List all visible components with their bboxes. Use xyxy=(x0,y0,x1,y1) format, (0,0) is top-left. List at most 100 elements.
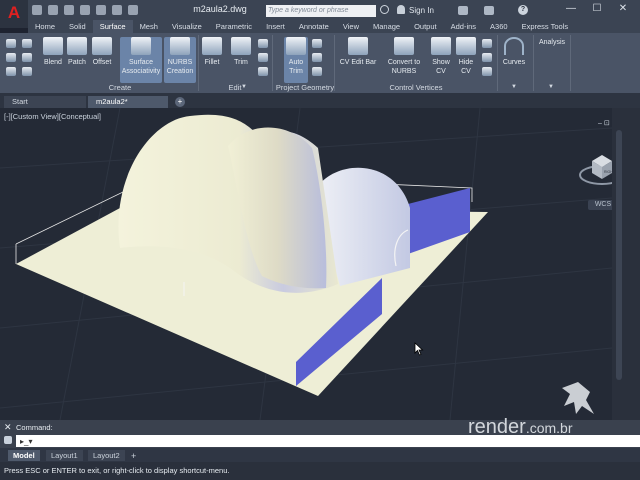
auto-trim-button[interactable]: Auto Trim xyxy=(284,37,308,83)
auto-trim-icon xyxy=(286,37,306,55)
project-geometry-panel-label[interactable]: Project Geometry xyxy=(274,83,336,92)
surface-associativity-icon xyxy=(131,37,151,55)
chevron-down-icon[interactable]: ▼ xyxy=(511,84,517,90)
drawing-viewport[interactable]: [-][Custom View][Conceptual] xyxy=(0,108,612,420)
tab-layout2[interactable]: Layout2 xyxy=(88,450,125,461)
blend-button[interactable]: Blend xyxy=(42,37,64,67)
create-panel-label[interactable]: Create xyxy=(40,83,200,92)
tab-annotate[interactable]: Annotate xyxy=(292,20,336,33)
tab-output[interactable]: Output xyxy=(407,20,444,33)
quick-access-toolbar xyxy=(32,5,138,15)
offset-button[interactable]: Offset xyxy=(90,37,114,67)
open-icon[interactable] xyxy=(48,5,58,15)
title-bar: m2aula2.dwg Type a keyword or phrase Sig… xyxy=(0,0,640,20)
new-icon[interactable] xyxy=(32,5,42,15)
tab-visualize[interactable]: Visualize xyxy=(165,20,209,33)
ribbon-panel: Blend Patch Offset Surface Associativity … xyxy=(0,33,640,93)
edit-panel-label[interactable]: Edit xyxy=(200,83,270,92)
remove-cv-icon[interactable] xyxy=(482,53,492,62)
project-view-icon[interactable] xyxy=(312,53,322,62)
close-icon[interactable]: ✕ xyxy=(4,422,12,433)
sweep-surface-icon[interactable] xyxy=(22,53,32,62)
help-icon[interactable]: ? xyxy=(518,5,528,15)
untrim-icon[interactable] xyxy=(258,39,268,48)
tab-add-ins[interactable]: Add-ins xyxy=(444,20,483,33)
tab-a360[interactable]: A360 xyxy=(483,20,515,33)
ribbon-tab-bar: Home Solid Surface Mesh Visualize Parametric I… xyxy=(28,20,640,33)
customize-icon[interactable] xyxy=(4,436,12,444)
loft-surface-icon[interactable] xyxy=(6,53,16,62)
tab-insert[interactable]: Insert xyxy=(259,20,292,33)
planar-surface-icon[interactable] xyxy=(6,39,16,48)
tab-manage[interactable]: Manage xyxy=(366,20,407,33)
print-icon[interactable] xyxy=(96,5,106,15)
convert-to-nurbs-icon xyxy=(394,37,414,55)
tab-start[interactable]: Start xyxy=(4,96,86,108)
trim-button[interactable]: Trim xyxy=(230,37,252,67)
control-vertices-panel-label[interactable]: Control Vertices xyxy=(336,83,496,92)
add-layout-button[interactable]: + xyxy=(131,451,136,461)
panel-separator xyxy=(570,35,571,91)
close-button[interactable]: ✕ xyxy=(616,2,630,16)
analysis-panel-button[interactable]: Analysis xyxy=(537,38,567,47)
fillet-icon xyxy=(202,37,222,55)
nurbs-creation-button[interactable]: NURBS Creation xyxy=(164,37,196,83)
mouse-cursor-icon xyxy=(414,342,424,358)
tab-surface[interactable]: Surface xyxy=(92,20,133,33)
extend-icon[interactable] xyxy=(258,53,268,62)
chevron-down-icon[interactable]: ▼ xyxy=(241,84,247,90)
sculpt-icon[interactable] xyxy=(258,67,268,76)
save-as-icon[interactable] xyxy=(80,5,90,15)
search-input[interactable]: Type a keyword or phrase xyxy=(266,5,376,17)
surface-associativity-button[interactable]: Surface Associativity xyxy=(120,37,162,83)
autodesk-app-icon[interactable] xyxy=(484,6,494,15)
show-cv-button[interactable]: Show CV xyxy=(430,37,452,76)
redo-icon[interactable] xyxy=(128,5,138,15)
show-cv-icon xyxy=(431,37,451,55)
panel-separator xyxy=(533,35,534,91)
revolve-surface-icon[interactable] xyxy=(22,67,32,76)
network-surface-icon[interactable] xyxy=(22,39,32,48)
undo-icon[interactable] xyxy=(112,5,122,15)
command-prompt-icon[interactable]: ▸_▾ xyxy=(20,437,32,446)
search-icon[interactable] xyxy=(380,5,389,14)
sign-in-link[interactable]: Sign In xyxy=(409,6,434,15)
tab-layout1[interactable]: Layout1 xyxy=(46,450,83,461)
project-2points-icon[interactable] xyxy=(312,67,322,76)
patch-icon xyxy=(67,37,87,55)
status-text: Press ESC or ENTER to exit, or right-cli… xyxy=(4,466,230,475)
exchange-icon[interactable] xyxy=(458,6,468,15)
tab-mesh[interactable]: Mesh xyxy=(133,20,165,33)
convert-to-nurbs-button[interactable]: Convert to NURBS xyxy=(384,37,424,76)
patch-button[interactable]: Patch xyxy=(66,37,88,67)
save-icon[interactable] xyxy=(64,5,74,15)
viewport-label[interactable]: [-][Custom View][Conceptual] xyxy=(4,112,101,121)
navigation-bar-handle[interactable] xyxy=(616,130,622,380)
tab-m2aula2[interactable]: m2aula2* xyxy=(88,96,168,108)
minimize-button[interactable]: — xyxy=(564,2,578,16)
curves-button[interactable]: Curves xyxy=(500,37,528,67)
tab-parametric[interactable]: Parametric xyxy=(209,20,259,33)
panel-separator xyxy=(272,35,273,91)
cv-edit-bar-button[interactable]: CV Edit Bar xyxy=(338,37,378,67)
tab-express-tools[interactable]: Express Tools xyxy=(515,20,576,33)
add-cv-icon[interactable] xyxy=(482,39,492,48)
cv-edit-bar-icon xyxy=(348,37,368,55)
chevron-down-icon[interactable]: ▼ xyxy=(548,84,554,90)
offset-icon xyxy=(92,37,112,55)
tab-solid[interactable]: Solid xyxy=(62,20,93,33)
extrude-surface-icon[interactable] xyxy=(6,67,16,76)
user-icon[interactable] xyxy=(397,5,405,14)
maximize-button[interactable]: ☐ xyxy=(590,2,604,16)
new-tab-button[interactable]: + xyxy=(175,97,185,107)
tab-home[interactable]: Home xyxy=(28,20,62,33)
hide-cv-button[interactable]: Hide CV xyxy=(455,37,477,76)
tab-model[interactable]: Model xyxy=(8,450,40,461)
status-bar: Press ESC or ENTER to exit, or right-cli… xyxy=(0,462,640,480)
tab-view[interactable]: View xyxy=(336,20,366,33)
fillet-button[interactable]: Fillet xyxy=(202,37,222,67)
application-menu-button[interactable]: A xyxy=(0,0,28,28)
rebuild-icon[interactable] xyxy=(482,67,492,76)
model-canvas[interactable] xyxy=(0,108,612,420)
project-ucs-icon[interactable] xyxy=(312,39,322,48)
